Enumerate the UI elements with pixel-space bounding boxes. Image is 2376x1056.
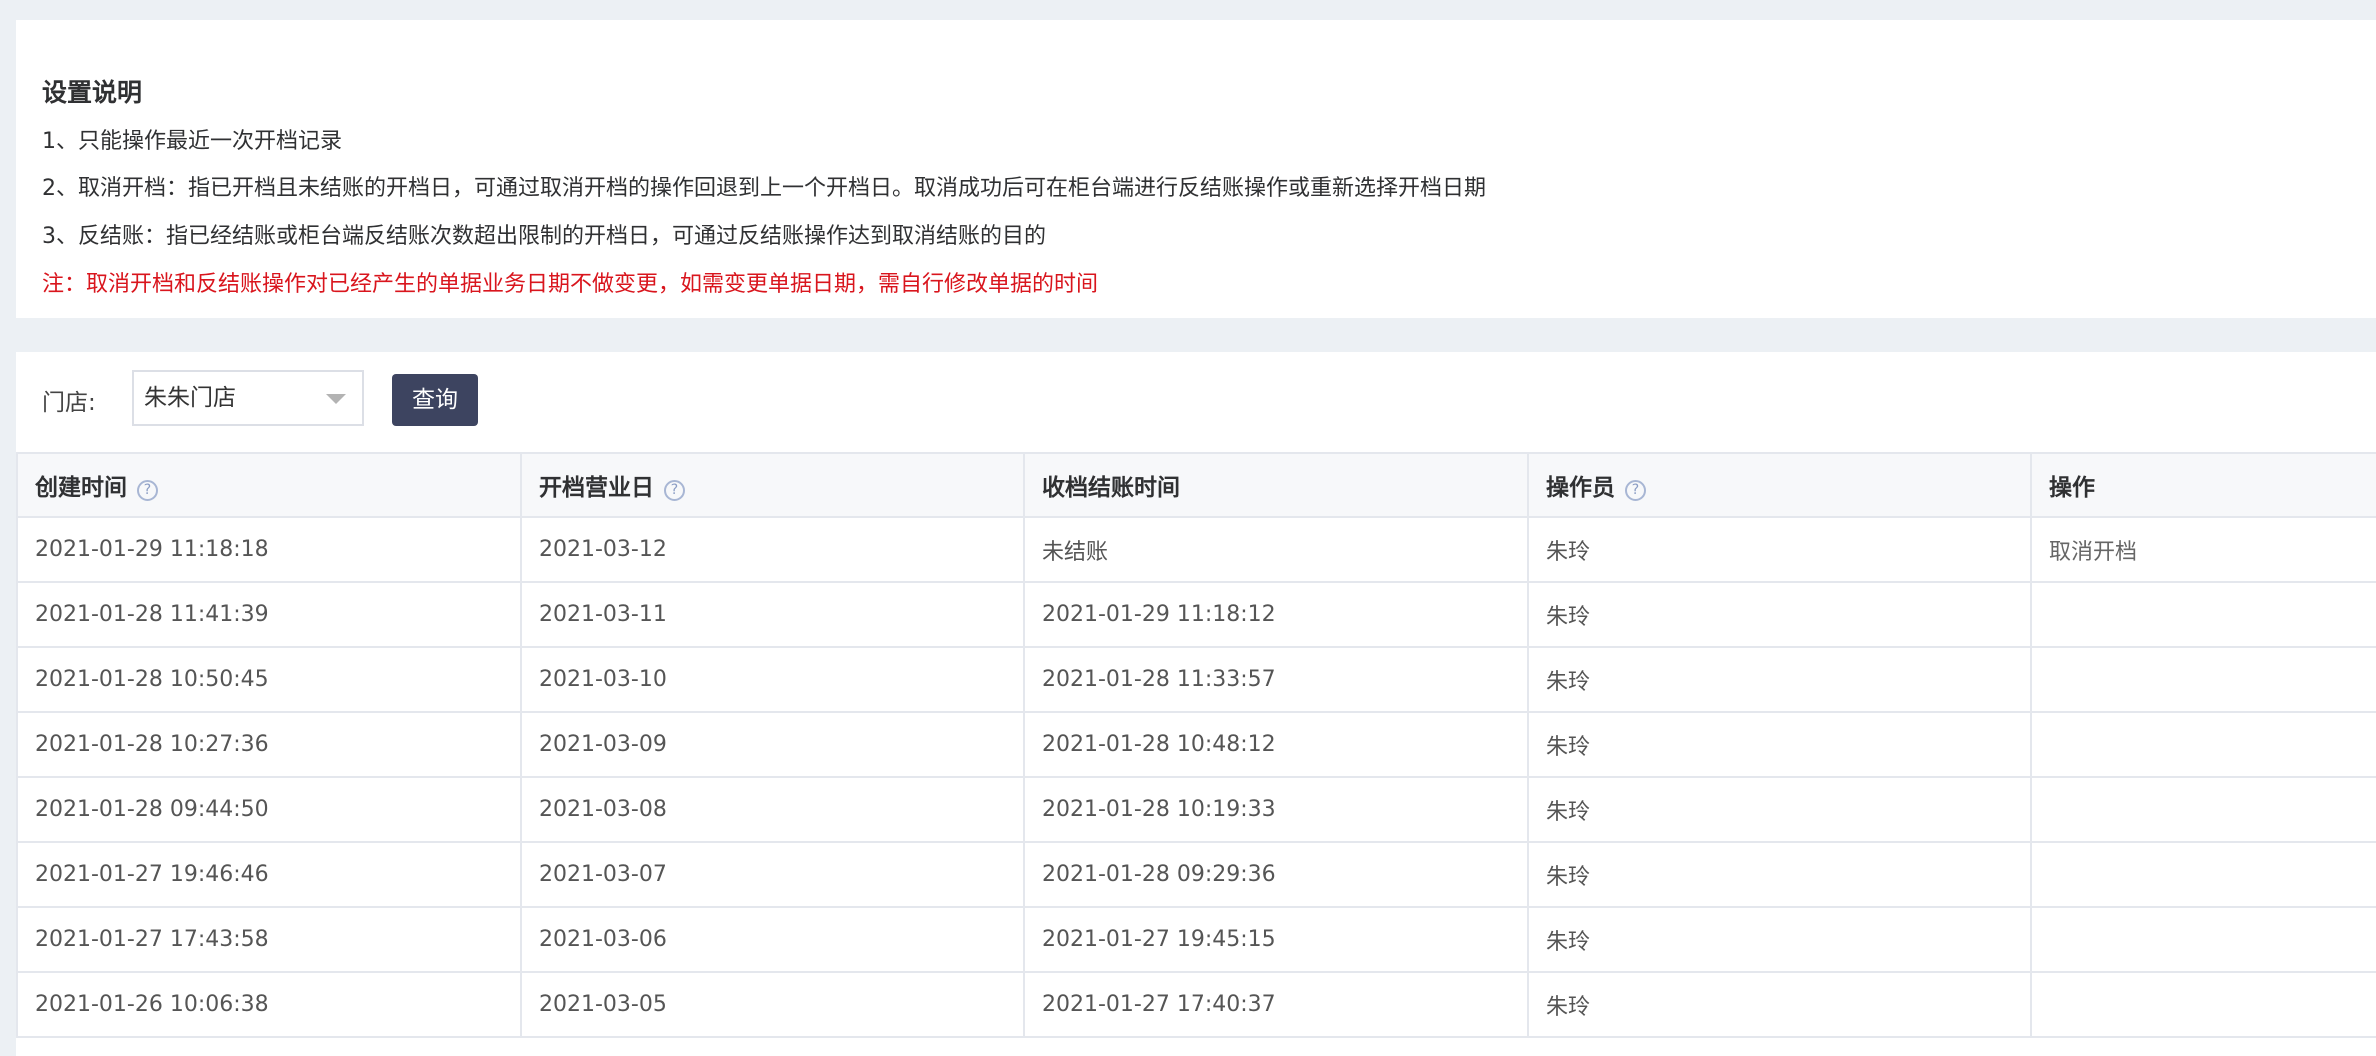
cell-action bbox=[2030, 776, 2376, 843]
header-close-time: 收档结账时间 bbox=[1023, 452, 1529, 518]
table-row: 2021-01-26 10:06:38 2021-03-05 2021-01-2… bbox=[16, 971, 2376, 1038]
cell-close-time: 2021-01-27 17:40:37 bbox=[1023, 971, 1529, 1038]
cell-operator: 朱玲 bbox=[1527, 581, 2032, 648]
help-icon[interactable]: ? bbox=[137, 480, 158, 501]
cell-operator: 朱玲 bbox=[1527, 646, 2032, 713]
store-select-value: 朱朱门店 bbox=[144, 385, 236, 411]
cell-created-time: 2021-01-28 10:50:45 bbox=[16, 646, 522, 713]
cell-business-day: 2021-03-07 bbox=[520, 841, 1025, 908]
note-warning: 注：取消开档和反结账操作对已经产生的单据业务日期不做变更，如需变更单据日期，需自… bbox=[42, 272, 1099, 297]
cell-close-time: 2021-01-29 11:18:12 bbox=[1023, 581, 1529, 648]
cell-business-day: 2021-03-09 bbox=[520, 711, 1025, 778]
records-table: 创建时间? 开档营业日? 收档结账时间 操作员? 操作 2021-01-29 1… bbox=[16, 452, 2376, 1038]
cell-close-time: 2021-01-28 10:48:12 bbox=[1023, 711, 1529, 778]
cell-created-time: 2021-01-29 11:18:18 bbox=[16, 516, 522, 583]
header-operator-label: 操作员 bbox=[1546, 475, 1615, 501]
cell-operator: 朱玲 bbox=[1527, 971, 2032, 1038]
help-icon[interactable]: ? bbox=[1625, 480, 1646, 501]
note-line-3: 3、反结账：指已经结账或柜台端反结账次数超出限制的开档日，可通过反结账操作达到取… bbox=[42, 224, 1047, 249]
cell-close-time: 2021-01-28 09:29:36 bbox=[1023, 841, 1529, 908]
header-created-time: 创建时间? bbox=[16, 452, 522, 518]
cell-action bbox=[2030, 971, 2376, 1038]
header-action: 操作 bbox=[2030, 452, 2376, 518]
cell-operator: 朱玲 bbox=[1527, 776, 2032, 843]
table-row: 2021-01-29 11:18:18 2021-03-12 未结账 朱玲 取消… bbox=[16, 516, 2376, 583]
header-operator: 操作员? bbox=[1527, 452, 2032, 518]
cell-operator: 朱玲 bbox=[1527, 711, 2032, 778]
cell-action bbox=[2030, 581, 2376, 648]
table-row: 2021-01-27 17:43:58 2021-03-06 2021-01-2… bbox=[16, 906, 2376, 973]
cell-close-time: 未结账 bbox=[1023, 516, 1529, 583]
header-business-day-label: 开档营业日 bbox=[539, 475, 654, 501]
note-line-1: 1、只能操作最近一次开档记录 bbox=[42, 129, 342, 154]
cell-close-time: 2021-01-28 10:19:33 bbox=[1023, 776, 1529, 843]
cell-business-day: 2021-03-12 bbox=[520, 516, 1025, 583]
cell-operator: 朱玲 bbox=[1527, 906, 2032, 973]
table-row: 2021-01-28 10:50:45 2021-03-10 2021-01-2… bbox=[16, 646, 2376, 713]
cell-business-day: 2021-03-10 bbox=[520, 646, 1025, 713]
cell-created-time: 2021-01-28 11:41:39 bbox=[16, 581, 522, 648]
cell-created-time: 2021-01-27 17:43:58 bbox=[16, 906, 522, 973]
cell-created-time: 2021-01-26 10:06:38 bbox=[16, 971, 522, 1038]
table-row: 2021-01-28 09:44:50 2021-03-08 2021-01-2… bbox=[16, 776, 2376, 843]
table-header-row: 创建时间? 开档营业日? 收档结账时间 操作员? 操作 bbox=[16, 452, 2376, 518]
cell-action bbox=[2030, 711, 2376, 778]
cell-business-day: 2021-03-08 bbox=[520, 776, 1025, 843]
header-close-time-label: 收档结账时间 bbox=[1042, 475, 1180, 501]
records-panel: 门店: 朱朱门店 查询 创建时间? 开档营业日? 收档结账时间 操作员? 操作 … bbox=[16, 352, 2376, 1056]
cell-action bbox=[2030, 841, 2376, 908]
header-business-day: 开档营业日? bbox=[520, 452, 1025, 518]
query-button[interactable]: 查询 bbox=[392, 374, 478, 426]
cell-action: 取消开档 bbox=[2030, 516, 2376, 583]
cell-operator: 朱玲 bbox=[1527, 841, 2032, 908]
cell-operator: 朱玲 bbox=[1527, 516, 2032, 583]
store-select[interactable]: 朱朱门店 bbox=[132, 370, 364, 426]
cell-business-day: 2021-03-05 bbox=[520, 971, 1025, 1038]
cell-created-time: 2021-01-27 19:46:46 bbox=[16, 841, 522, 908]
settings-notes-panel: 设置说明 1、只能操作最近一次开档记录 2、取消开档：指已开档且未结账的开档日，… bbox=[16, 20, 2376, 318]
cell-close-time: 2021-01-28 11:33:57 bbox=[1023, 646, 1529, 713]
cell-created-time: 2021-01-28 10:27:36 bbox=[16, 711, 522, 778]
cancel-opening-link[interactable]: 取消开档 bbox=[2049, 540, 2137, 565]
notes-title: 设置说明 bbox=[42, 78, 143, 107]
header-created-label: 创建时间 bbox=[35, 475, 127, 501]
store-filter-label: 门店: bbox=[42, 390, 96, 416]
cell-business-day: 2021-03-06 bbox=[520, 906, 1025, 973]
cell-business-day: 2021-03-11 bbox=[520, 581, 1025, 648]
cell-created-time: 2021-01-28 09:44:50 bbox=[16, 776, 522, 843]
cell-close-time: 2021-01-27 19:45:15 bbox=[1023, 906, 1529, 973]
chevron-down-icon bbox=[326, 394, 346, 404]
note-line-2: 2、取消开档：指已开档且未结账的开档日，可通过取消开档的操作回退到上一个开档日。… bbox=[42, 176, 1487, 201]
header-action-label: 操作 bbox=[2049, 475, 2095, 501]
help-icon[interactable]: ? bbox=[664, 480, 685, 501]
table-row: 2021-01-28 10:27:36 2021-03-09 2021-01-2… bbox=[16, 711, 2376, 778]
table-row: 2021-01-27 19:46:46 2021-03-07 2021-01-2… bbox=[16, 841, 2376, 908]
cell-action bbox=[2030, 646, 2376, 713]
table-row: 2021-01-28 11:41:39 2021-03-11 2021-01-2… bbox=[16, 581, 2376, 648]
cell-action bbox=[2030, 906, 2376, 973]
